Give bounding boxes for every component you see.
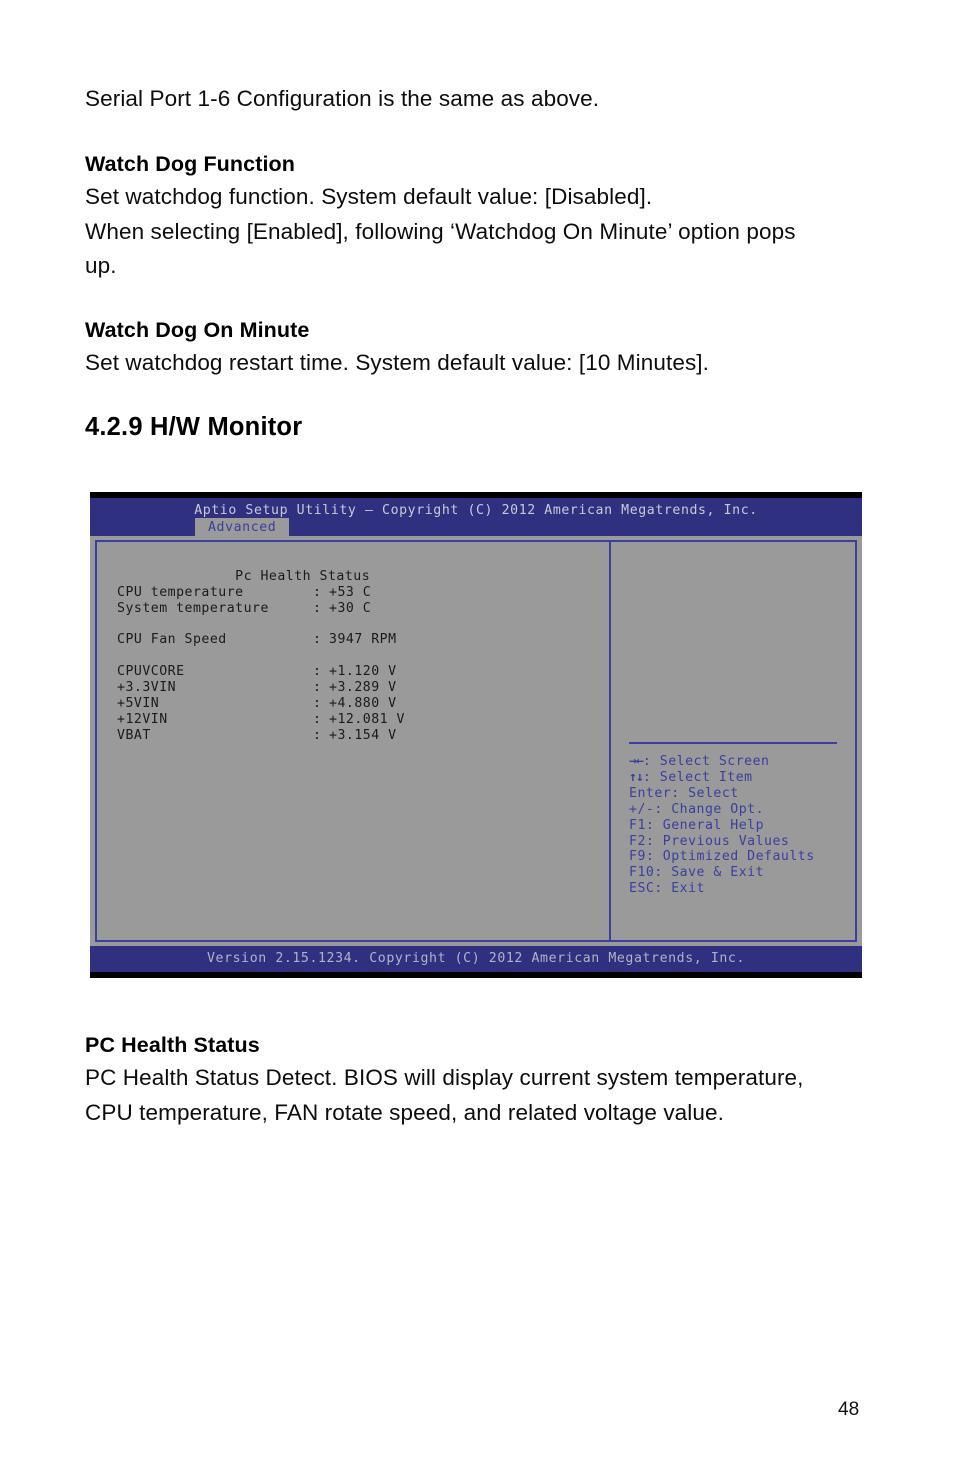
page-number: 48 (838, 1399, 860, 1420)
bios-key-help-item: Enter: Select (629, 786, 844, 802)
bios-key-help-item: F9: Optimized Defaults (629, 849, 844, 865)
bios-title-text: Aptio Setup Utility – Copyright (C) 2012… (194, 503, 758, 518)
hw-monitor-row: CPU Fan Speed:3947 RPM (117, 632, 609, 648)
bios-key-help-item: →←: Select Screen (629, 754, 844, 770)
bios-key-help-text: ESC: Exit (629, 881, 705, 897)
hw-monitor-label: +3.3VIN (117, 680, 177, 696)
hw-monitor-row: CPUVCORE: +1.120 V (117, 664, 609, 680)
hw-monitor-row: CPU temperature: +53 C (117, 585, 609, 601)
subheading-watch-dog-on-minute: Watch Dog On Minute (85, 317, 310, 342)
hw-monitor-separator: : (313, 727, 322, 743)
hw-monitor-value: +53 C (329, 584, 372, 600)
hw-monitor-separator: : (313, 600, 322, 616)
bios-key-help-item: F2: Previous Values (629, 834, 844, 850)
arrow-vertical-icon: ↑↓ (629, 769, 644, 785)
hw-monitor-row: VBAT: +3.154 V (117, 728, 609, 744)
hw-monitor-separator: : (313, 711, 322, 727)
hw-monitor-row: +3.3VIN: +3.289 V (117, 680, 609, 696)
bios-help-panel: →←: Select Screen ↑↓: Select Item Enter: S… (611, 542, 855, 940)
pc-health-status-header: Pc Health Status (117, 553, 609, 584)
arrow-horizontal-icon: →← (629, 754, 644, 769)
hw-monitor-separator: : (313, 632, 322, 648)
hw-monitor-label: VBAT (117, 727, 151, 743)
hw-monitor-row: System temperature: +30 C (117, 601, 609, 617)
page-title: 4.2.9 H/W Monitor (85, 413, 303, 441)
hw-monitor-row: +5VIN: +4.880 V (117, 696, 609, 712)
document-lower-text: PC Health Status PC Health Status Detect… (85, 1029, 885, 1130)
pc-health-status-header-label: Pc Health Status (235, 568, 371, 584)
hw-monitor-value: +30 C (329, 600, 372, 616)
hw-monitor-label: CPUVCORE (117, 664, 185, 680)
hw-monitor-label: CPU temperature (117, 584, 244, 600)
hw-monitor-label: CPU Fan Speed (117, 632, 227, 648)
section-watch-dog-on-minute: Watch Dog On Minute Set watchdog restart… (85, 314, 875, 381)
hw-monitor-value: +12.081 V (329, 711, 405, 727)
bios-key-help-text: Enter: Select (629, 785, 739, 801)
intro-paragraph: Serial Port 1-6 Configuration is the sam… (85, 86, 600, 111)
hw-monitor-value: +3.289 V (329, 680, 397, 696)
hw-monitor-value: +3.154 V (329, 727, 397, 743)
bios-key-help-text: : Select Item (642, 769, 753, 785)
document-page: Serial Port 1-6 Configuration is the sam… (0, 0, 954, 1475)
bios-key-help-text: F1: General Help (629, 817, 765, 833)
help-divider (629, 742, 837, 744)
hw-monitor-label: +5VIN (117, 696, 160, 712)
pc-health-status-line-1: PC Health Status Detect. BIOS will displ… (85, 1065, 804, 1090)
hw-monitor-separator: : (313, 696, 322, 712)
bios-key-help-item: ↑↓: Select Item (629, 770, 844, 786)
bios-screen: Aptio Setup Utility – Copyright (C) 2012… (90, 498, 862, 972)
bios-key-help-item: +/-: Change Opt. (629, 802, 844, 818)
bios-key-help-list: →←: Select Screen ↑↓: Select Item Enter: S… (629, 754, 844, 897)
hw-monitor-label: System temperature (117, 600, 269, 616)
hw-monitor-value: 3947 RPM (329, 632, 397, 648)
watch-dog-on-minute-line-1: Set watchdog restart time. System defaul… (85, 349, 709, 375)
pc-health-status-line-2: CPU temperature, FAN rotate speed, and r… (85, 1099, 724, 1125)
bios-key-help-text: +/-: Change Opt. (629, 801, 765, 817)
bios-screenshot-figure: Aptio Setup Utility – Copyright (C) 2012… (90, 492, 862, 978)
watch-dog-function-line-1: Set watchdog function. System default va… (85, 184, 653, 209)
hw-monitor-separator: : (313, 584, 322, 600)
hw-monitor-list: CPU temperature: +53 C System temperature:… (117, 585, 609, 744)
bios-title-bar: Aptio Setup Utility – Copyright (C) 2012… (90, 498, 862, 538)
bios-panel-frame: Pc Health Status CPU temperature: +53 C Sy… (95, 540, 857, 942)
bios-footer-bar: Version 2.15.1234. Copyright (C) 2012 Am… (90, 946, 862, 972)
subheading-pc-health-status: PC Health Status (85, 1033, 260, 1057)
section-watch-dog-function: Watch Dog Function Set watchdog function… (85, 148, 875, 284)
bios-key-help-item: F10: Save & Exit (629, 865, 844, 881)
bios-key-help-text: F10: Save & Exit (629, 865, 765, 881)
hw-monitor-value: +4.880 V (329, 696, 397, 712)
bios-key-help-text: F2: Previous Values (629, 833, 790, 849)
pc-health-status-panel: Pc Health Status CPU temperature: +53 C Sy… (97, 542, 609, 940)
subheading-watch-dog-function: Watch Dog Function (85, 152, 295, 176)
bios-key-help-item: ESC: Exit (629, 881, 844, 897)
hw-monitor-label: +12VIN (117, 711, 168, 727)
watch-dog-function-line-3: up. (85, 253, 117, 278)
hw-monitor-value: +1.120 V (329, 664, 397, 680)
bios-key-help-text: : Select Screen (642, 754, 770, 769)
hw-monitor-separator: : (313, 680, 322, 696)
bios-tab-advanced[interactable]: Advanced (195, 518, 290, 538)
bios-content-area: Pc Health Status CPU temperature: +53 C Sy… (90, 536, 862, 946)
bios-key-help-text: F9: Optimized Defaults (629, 849, 815, 865)
hw-monitor-row: +12VIN: +12.081 V (117, 712, 609, 728)
bios-version-text: Version 2.15.1234. Copyright (C) 2012 Am… (207, 951, 745, 966)
hw-monitor-separator: : (313, 664, 322, 680)
bios-key-help-item: F1: General Help (629, 818, 844, 834)
document-upper-text: Serial Port 1-6 Configuration is the sam… (85, 82, 875, 444)
watch-dog-function-line-2: When selecting [Enabled], following ‘Wat… (85, 218, 796, 244)
